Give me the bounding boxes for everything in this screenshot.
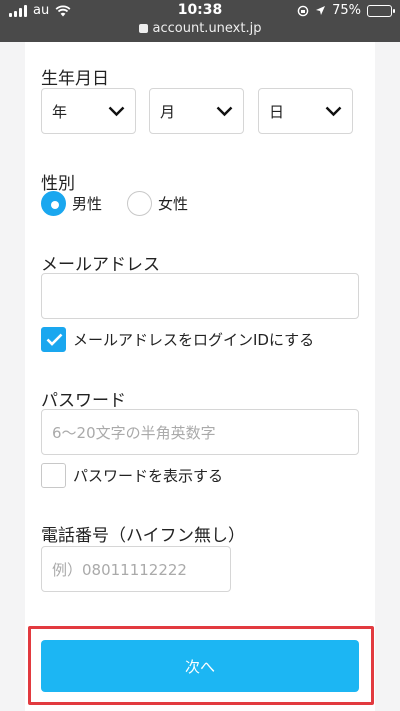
show-password-option[interactable]: パスワードを表示する xyxy=(41,463,223,488)
email-label: メールアドレス xyxy=(41,255,160,275)
email-as-login-label: メールアドレスをログインIDにする xyxy=(73,331,315,349)
rotation-lock-icon xyxy=(297,5,309,16)
month-select[interactable]: 月 xyxy=(149,88,244,134)
month-select-value: 月 xyxy=(160,102,176,121)
password-label: パスワード xyxy=(41,391,126,411)
status-right: 75% xyxy=(297,3,395,18)
location-icon xyxy=(316,6,326,15)
form-panel xyxy=(25,42,375,711)
radio-unselected-icon[interactable] xyxy=(127,191,152,216)
day-select-value: 日 xyxy=(269,102,285,121)
battery-percent: 75% xyxy=(332,3,361,18)
lock-icon xyxy=(138,24,148,33)
gender-option-label: 女性 xyxy=(158,195,189,213)
battery-icon xyxy=(367,4,395,17)
checkbox-unchecked-icon[interactable] xyxy=(41,463,66,488)
status-bar: au 10:38 account.unext.jp 75% xyxy=(0,0,400,42)
year-select[interactable]: 年 xyxy=(41,88,136,134)
phone-field[interactable]: 例）08011112222 xyxy=(41,546,231,592)
url-text: account.unext.jp xyxy=(152,21,262,36)
email-as-login-option[interactable]: メールアドレスをログインIDにする xyxy=(41,327,314,352)
gender-option-male[interactable]: 男性 xyxy=(41,191,102,216)
gender-option-label: 男性 xyxy=(72,195,103,213)
url-bar[interactable]: account.unext.jp xyxy=(0,21,400,36)
checkbox-checked-icon[interactable] xyxy=(41,327,66,352)
password-field[interactable]: 6〜20文字の半角英数字 xyxy=(41,409,359,455)
chevron-down-icon xyxy=(325,106,342,116)
next-button[interactable]: 次へ xyxy=(41,640,359,692)
day-select[interactable]: 日 xyxy=(258,88,353,134)
radio-selected-icon[interactable] xyxy=(41,191,66,216)
birthdate-label: 生年月日 xyxy=(41,69,109,89)
phone-placeholder: 例）08011112222 xyxy=(52,560,187,579)
chevron-down-icon xyxy=(216,106,233,116)
password-placeholder: 6〜20文字の半角英数字 xyxy=(52,423,216,442)
phone-label: 電話番号（ハイフン無し） xyxy=(41,526,245,546)
email-field[interactable] xyxy=(41,273,359,319)
chevron-down-icon xyxy=(108,106,125,116)
year-select-value: 年 xyxy=(52,102,68,121)
gender-option-female[interactable]: 女性 xyxy=(127,191,188,216)
show-password-label: パスワードを表示する xyxy=(73,467,224,485)
